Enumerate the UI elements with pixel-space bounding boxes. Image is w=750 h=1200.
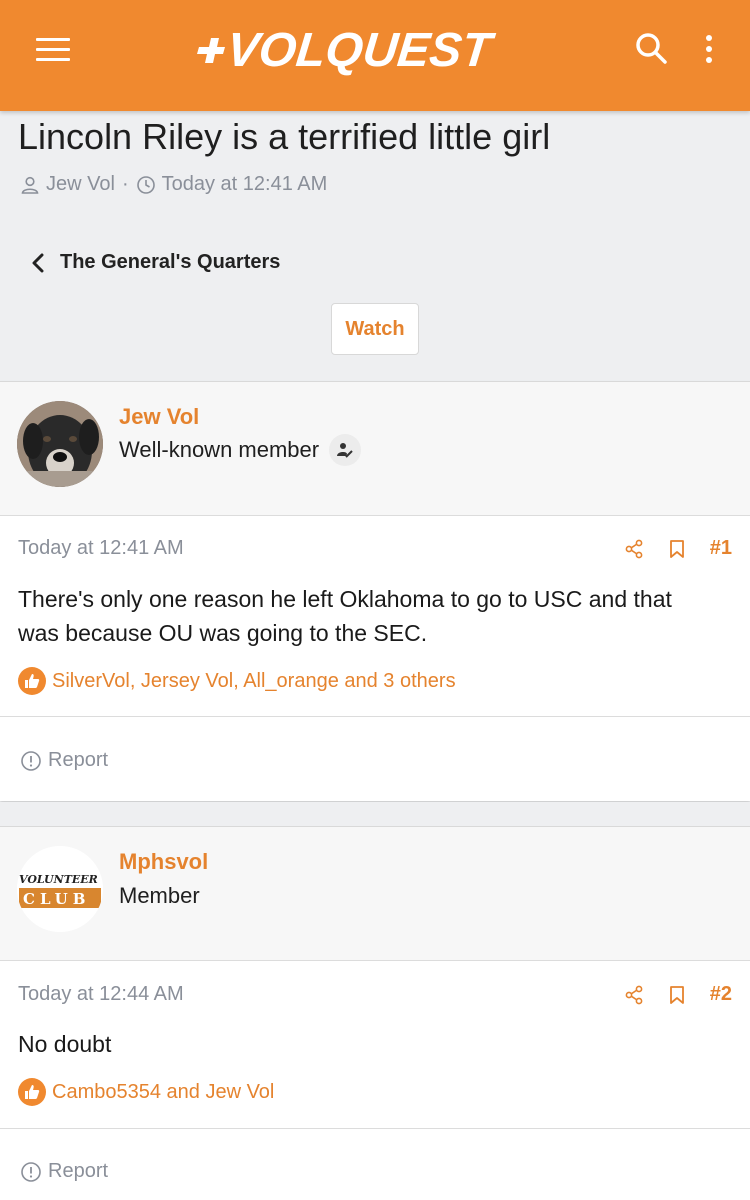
user-title: Well-known member xyxy=(119,434,362,466)
post: Jew Vol Well-known member Today at 12:41… xyxy=(0,381,750,801)
post-body: There's only one reason he left Oklahoma… xyxy=(18,586,672,646)
alert-icon xyxy=(21,750,41,771)
post-user-block: Jew Vol Well-known member xyxy=(0,382,750,516)
user-title: Member xyxy=(119,883,200,909)
reactions-bar[interactable]: Cambo5354 and Jew Vol xyxy=(18,1078,274,1106)
avatar[interactable]: VOLUNTEER CLUB xyxy=(17,846,103,932)
reactions-bar[interactable]: SilverVol, Jersey Vol, All_orange and 3 … xyxy=(18,667,456,695)
top-navbar: VOLQUEST xyxy=(0,0,750,111)
share-icon[interactable] xyxy=(624,985,644,1005)
site-logo[interactable]: VOLQUEST xyxy=(193,23,494,77)
svg-text:CLUB: CLUB xyxy=(23,890,90,908)
logo-text: VOLQUEST xyxy=(224,23,494,77)
user-edit-icon xyxy=(337,443,353,458)
dog-avatar-image xyxy=(17,401,103,487)
hamburger-menu-icon[interactable] xyxy=(36,38,70,62)
post-date-link[interactable]: Today at 12:44 AM xyxy=(18,983,184,1006)
post-number-link[interactable]: #2 xyxy=(710,983,732,1006)
report-label: Report xyxy=(48,1160,109,1182)
post-user-block: VOLUNTEER CLUB Mphsvol Member xyxy=(0,827,750,961)
alert-icon xyxy=(21,1161,41,1182)
post-date-link[interactable]: Today at 12:41 AM xyxy=(18,537,184,560)
watch-button[interactable]: Watch xyxy=(331,303,419,355)
report-button[interactable]: Report xyxy=(20,749,108,772)
volunteer-club-avatar-image: VOLUNTEER CLUB xyxy=(17,846,103,932)
more-options-icon[interactable] xyxy=(704,35,714,65)
thread-time[interactable]: Today at 12:41 AM xyxy=(162,173,328,196)
avatar[interactable] xyxy=(17,401,103,487)
meta-separator: · xyxy=(121,173,129,195)
bookmark-icon[interactable] xyxy=(668,539,686,559)
thread-title: Lincoln Riley is a terrified little girl xyxy=(18,116,551,157)
report-button[interactable]: Report xyxy=(20,1160,108,1183)
post-actions: #2 xyxy=(600,983,732,1006)
search-icon[interactable] xyxy=(634,31,668,65)
username-link[interactable]: Jew Vol xyxy=(119,404,199,430)
reactions-list[interactable]: SilverVol, Jersey Vol, All_orange and 3 … xyxy=(52,670,456,693)
report-label: Report xyxy=(48,749,109,771)
post-number-link[interactable]: #1 xyxy=(710,537,732,560)
svg-text:VOLUNTEER: VOLUNTEER xyxy=(19,873,98,886)
user-icon xyxy=(21,176,39,194)
divider xyxy=(0,1128,750,1129)
user-title-text: Member xyxy=(119,883,200,908)
post-gap xyxy=(0,802,750,826)
share-icon[interactable] xyxy=(624,539,644,559)
thread-meta: Jew Vol · Today at 12:41 AM xyxy=(20,173,327,196)
post-actions: #1 xyxy=(600,537,732,560)
username-link[interactable]: Mphsvol xyxy=(119,849,208,875)
breadcrumb-label: The General's Quarters xyxy=(60,251,281,273)
chevron-left-icon xyxy=(32,253,44,272)
clock-icon xyxy=(136,175,155,194)
thread-author-link[interactable]: Jew Vol xyxy=(46,173,115,196)
divider xyxy=(0,716,750,717)
post: VOLUNTEER CLUB Mphsvol Member Today at 1… xyxy=(0,826,750,1200)
breadcrumb[interactable]: The General's Quarters xyxy=(30,251,280,274)
logo-mark-icon xyxy=(197,38,225,63)
like-icon xyxy=(18,667,46,695)
bookmark-icon[interactable] xyxy=(668,985,686,1005)
like-icon xyxy=(18,1078,46,1106)
user-title-text: Well-known member xyxy=(119,437,320,462)
post-body: No doubt xyxy=(18,1031,112,1057)
member-badge-icon[interactable] xyxy=(329,434,362,466)
reactions-list[interactable]: Cambo5354 and Jew Vol xyxy=(52,1081,274,1104)
